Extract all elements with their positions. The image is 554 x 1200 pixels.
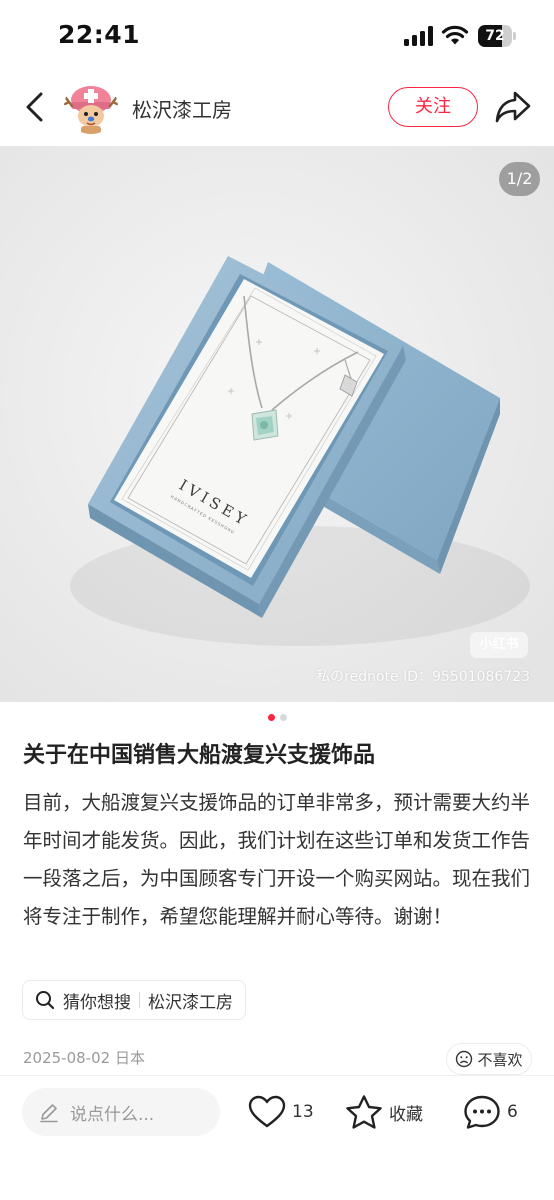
search-icon [36,991,55,1010]
star-icon [346,1095,382,1129]
wifi-icon [441,25,469,45]
watermark-logo: 小红书 [470,632,528,658]
battery-level: 72 [485,28,505,44]
post-body: 目前，大船渡复兴支援饰品的订单非常多，预计需要大约半年时间才能发货。因此，我们计… [23,791,531,928]
back-button[interactable] [18,88,52,126]
back-arrow-icon [26,92,43,122]
page-indicator: 1/2 [499,162,540,196]
post-title: 关于在中国销售大船渡复兴支援饰品 [23,743,376,768]
pencil-icon [40,1104,58,1123]
dislike-label: 不喜欢 [477,1050,523,1069]
avatar-image [64,80,118,134]
carousel-dot [279,714,287,721]
suggested-search-chip[interactable]: 猜你想搜 松沢漆工房 [22,980,246,1020]
like-count: 13 [292,1102,314,1122]
cellular-signal-icon [404,26,433,46]
status-time: 22:41 [58,20,141,49]
battery-icon: 72 [478,25,516,47]
chip-divider [139,992,140,1008]
suggested-search-prefix: 猜你想搜 [63,992,131,1013]
favorite-label: 收藏 [389,1104,423,1125]
status-bar: 22:41 72 [0,0,554,72]
heart-icon [248,1095,286,1128]
carousel-dots [0,714,554,722]
comments-button[interactable]: 6 [463,1092,518,1132]
post-meta: 2025-08-02 日本 [23,1047,145,1068]
share-button[interactable] [494,89,532,125]
comment-bubble-icon [464,1095,500,1129]
product-photo: IVISEY HANDCRAFTED KESSHOKU [0,146,554,702]
comment-placeholder: 说点什么... [70,1104,155,1125]
post-date: 2025-08-02 [23,1049,111,1067]
like-button[interactable]: 13 [248,1092,314,1132]
bottom-divider [0,1075,554,1076]
post-header: 松沢漆工房 关注 [0,72,554,142]
frown-face-icon [456,1050,473,1068]
carousel-dot-active [267,714,275,721]
comment-input[interactable]: 说点什么... [22,1088,220,1136]
dislike-button[interactable]: 不喜欢 [446,1043,532,1075]
post-location: 日本 [114,1049,145,1067]
image-carousel[interactable]: IVISEY HANDCRAFTED KESSHOKU 1/2 [0,146,554,702]
follow-button[interactable]: 关注 [388,87,478,127]
suggested-search-term: 松沢漆工房 [148,992,233,1013]
watermark-text: 私のrednote ID：95501086723 [316,669,530,685]
author-avatar[interactable] [64,80,118,134]
comment-count: 6 [507,1102,518,1122]
author-name[interactable]: 松沢漆工房 [132,94,232,123]
share-icon [495,91,531,123]
favorite-button[interactable]: 收藏 [345,1092,423,1132]
